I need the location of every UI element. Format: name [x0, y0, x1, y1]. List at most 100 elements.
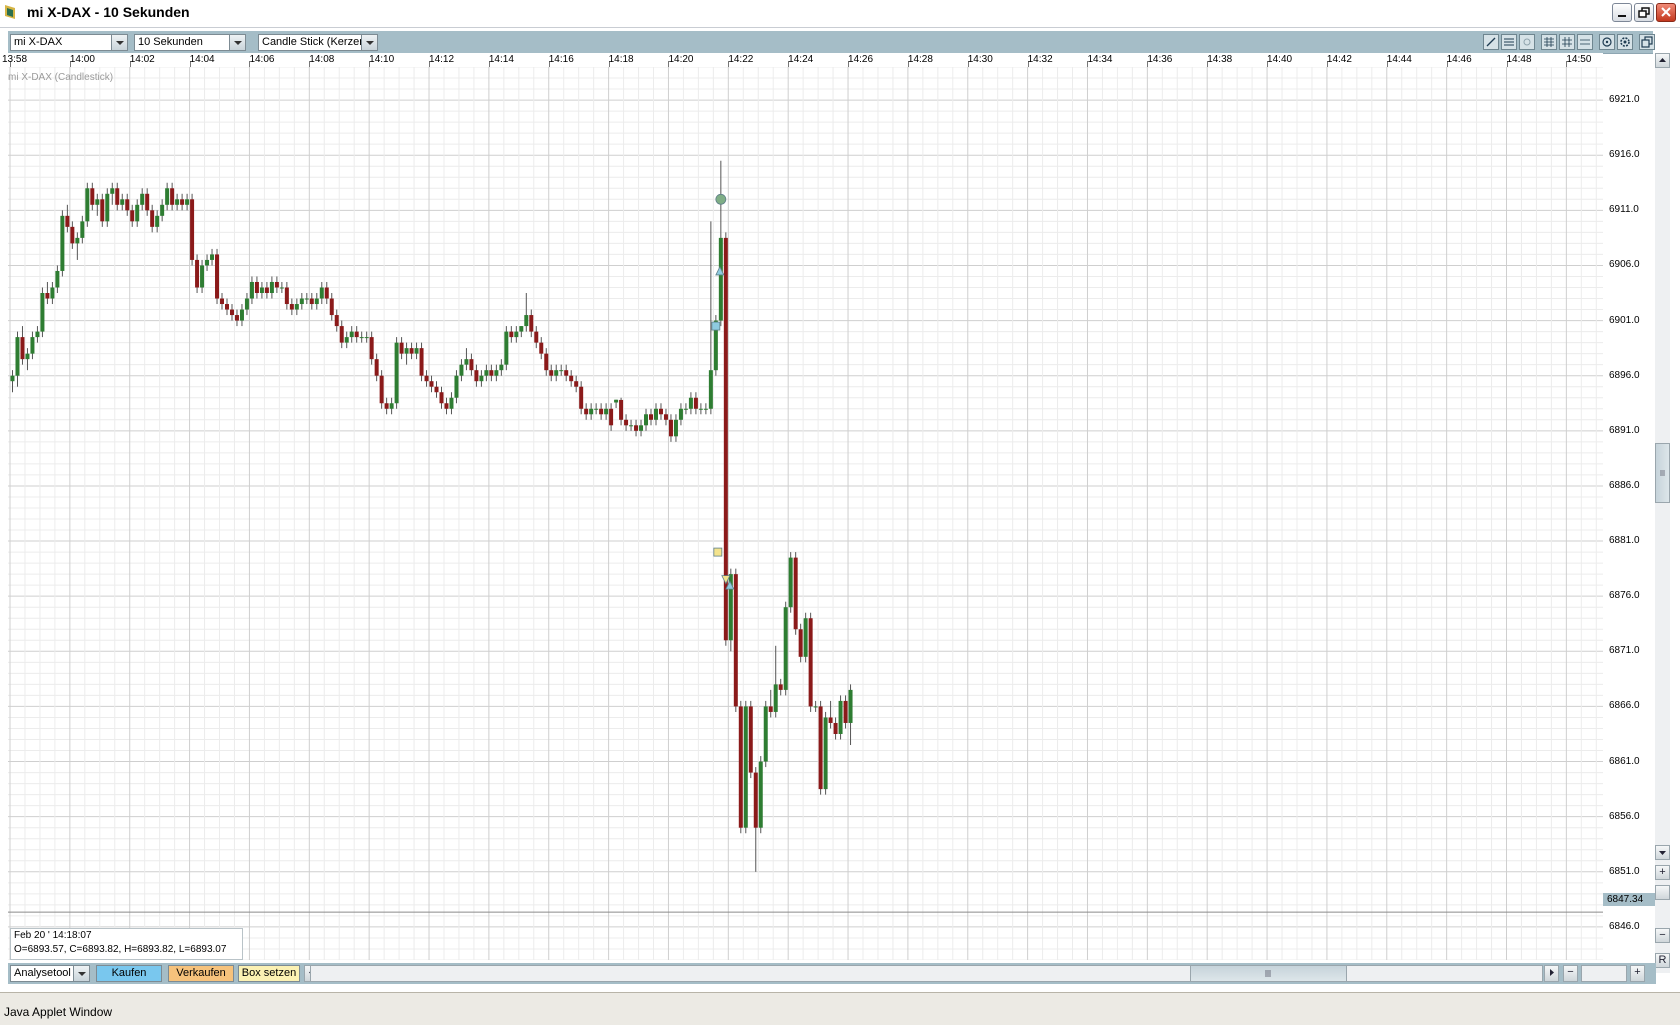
candle [404, 342, 409, 365]
candle [319, 281, 324, 305]
chart-type-select[interactable]: Candle Stick (Kerzen [258, 34, 378, 51]
horizontal-scroll-thumb[interactable] [1190, 966, 1347, 981]
candle [798, 623, 803, 663]
candle-body [429, 381, 434, 387]
time-zoom-slider[interactable] [1581, 965, 1627, 982]
candle [658, 403, 663, 420]
candle [728, 568, 733, 652]
set-box-button[interactable]: Box setzen [238, 965, 300, 982]
eraser-icon[interactable] [1519, 34, 1535, 50]
candle [693, 392, 698, 415]
settings-icon[interactable] [1617, 34, 1633, 50]
candle-body [793, 557, 798, 630]
buy-button[interactable]: Kaufen [96, 965, 162, 982]
candle [249, 276, 254, 305]
scroll-down-button[interactable] [1655, 845, 1670, 860]
candle [374, 353, 379, 382]
zoom-out-price-button[interactable]: − [1655, 928, 1670, 943]
candle-body [419, 348, 424, 376]
candle [409, 342, 414, 360]
grid-large-icon[interactable] [1577, 34, 1593, 50]
analysis-tool-select[interactable]: Analysetool [10, 965, 90, 982]
chevron-down-icon[interactable] [361, 35, 377, 50]
candle [569, 370, 574, 387]
candle-body [65, 215, 70, 227]
time-axis: 13:58 14:00 14:02 14:04 14:06 14:08 14:10 14:12… [2, 53, 1603, 67]
candle [254, 276, 259, 299]
scroll-right-button[interactable] [1544, 965, 1559, 982]
price-scale-slider[interactable] [1655, 885, 1670, 900]
time-label: 14:20 [668, 54, 694, 65]
time-label: 14:08 [309, 54, 335, 65]
candle [279, 281, 284, 294]
candle-body [843, 700, 848, 723]
time-label: 13:58 [2, 54, 28, 65]
candle-body [369, 337, 374, 360]
chart-legend-label: mi X-DAX (Candlestick) [8, 72, 113, 83]
candle [619, 397, 624, 426]
grid-small-icon[interactable] [1541, 34, 1557, 50]
candle [259, 281, 264, 299]
chevron-down-icon[interactable] [229, 35, 245, 50]
candle-body [688, 397, 693, 409]
zoom-in-time-button[interactable]: + [1630, 965, 1645, 982]
vertical-scrollbar[interactable]: + − R [1655, 53, 1670, 973]
candle [703, 403, 708, 415]
horizontal-scrollbar[interactable] [310, 965, 1543, 982]
instrument-select[interactable]: mi X-DAX [10, 34, 128, 51]
restore-button[interactable] [1634, 3, 1654, 22]
reset-button[interactable]: R [1655, 953, 1670, 968]
zoom-out-time-button[interactable]: − [1563, 965, 1578, 982]
info-date: Feb 20 ' 14:18:07 [14, 930, 92, 941]
candle [160, 199, 165, 222]
candle-body [409, 348, 414, 354]
candle-body [210, 254, 215, 260]
vertical-scroll-thumb[interactable] [1655, 443, 1670, 503]
candle [529, 309, 534, 338]
candle-body [644, 414, 649, 426]
sell-button[interactable]: Verkaufen [168, 965, 234, 982]
status-text: Java Applet Window [4, 1005, 113, 1019]
candle [55, 265, 60, 294]
draw-line-icon[interactable] [1483, 34, 1499, 50]
zoom-reset-icon[interactable] [1599, 34, 1615, 50]
chevron-down-icon[interactable] [111, 35, 127, 50]
candle-body [743, 706, 748, 828]
price-label: 6911.0 [1609, 204, 1639, 216]
candle [224, 298, 229, 316]
zoom-in-price-button[interactable]: + [1655, 865, 1670, 880]
interval-select[interactable]: 10 Sekunden [134, 34, 246, 51]
candle [414, 342, 419, 360]
candle [85, 182, 90, 227]
candle-body [464, 359, 469, 365]
candle [329, 293, 334, 321]
time-label: 14:10 [369, 54, 395, 65]
candle [115, 182, 120, 211]
scroll-up-button[interactable] [1655, 53, 1670, 68]
candle-body [349, 331, 354, 338]
chevron-down-icon[interactable] [73, 966, 89, 981]
candle [668, 414, 673, 442]
candle [10, 370, 15, 393]
candle-body [524, 315, 529, 327]
candle-body [404, 348, 409, 354]
candlestick-chart[interactable]: mi X-DAX (Candlestick) [8, 67, 1603, 960]
candle-body [190, 199, 195, 260]
detach-window-icon[interactable] [1639, 34, 1655, 50]
grid-medium-icon[interactable] [1559, 34, 1575, 50]
minimize-button[interactable] [1612, 3, 1632, 22]
candle-body [479, 375, 484, 382]
fibonacci-icon[interactable] [1501, 34, 1517, 50]
candle [489, 364, 494, 382]
candle-body [673, 419, 678, 437]
candle [793, 552, 798, 635]
candle-body [668, 419, 673, 437]
candle [673, 414, 678, 442]
close-button[interactable] [1656, 3, 1676, 22]
info-ohlc: O=6893.57, C=6893.82, H=6893.82, L=6893.… [14, 944, 227, 955]
candle [30, 331, 35, 360]
title-bar: mi X-DAX - 10 Sekunden [0, 0, 1680, 28]
time-label: 14:18 [608, 54, 634, 65]
candle [848, 684, 853, 746]
candle [210, 248, 215, 266]
